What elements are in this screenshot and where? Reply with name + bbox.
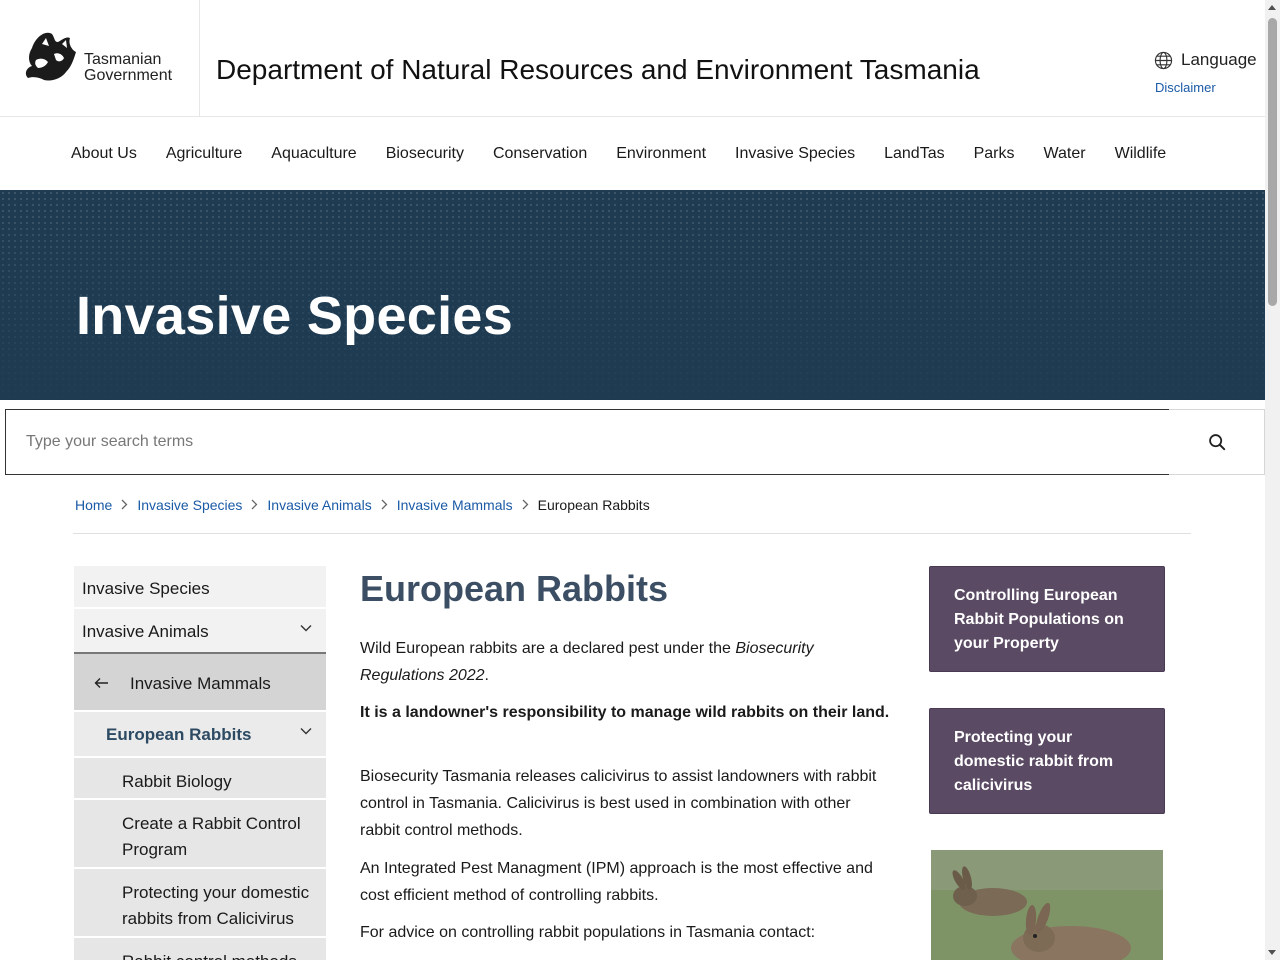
search-button[interactable]	[1169, 409, 1265, 475]
calicivirus-paragraph: Biosecurity Tasmania releases caliciviru…	[360, 768, 877, 839]
breadcrumb-invasive-animals[interactable]: Invasive Animals	[267, 497, 371, 513]
breadcrumb-current: European Rabbits	[537, 497, 650, 513]
rabbits-illustration	[931, 850, 1163, 960]
sidebar-item-control-methods[interactable]: Rabbit control methods	[74, 938, 326, 960]
divider	[73, 533, 1191, 534]
chevron-down-icon[interactable]	[300, 624, 312, 632]
sidebar-item-label: Invasive Mammals	[130, 674, 271, 693]
card-label: Controlling European Rabbit Populations …	[954, 587, 1124, 652]
breadcrumb-home[interactable]: Home	[75, 497, 112, 513]
side-nav: Invasive Species Invasive Animals Invasi…	[74, 566, 326, 960]
card-protecting-domestic[interactable]: Protecting your domestic rabbit from cal…	[929, 708, 1165, 814]
nav-item-aquaculture[interactable]: Aquaculture	[271, 145, 356, 163]
scroll-down-icon[interactable]	[1268, 950, 1276, 955]
sidebar-item-label: Rabbit control methods	[122, 952, 297, 960]
logo-line-1: Tasmanian	[84, 51, 162, 68]
nav-item-landtas[interactable]: LandTas	[884, 145, 945, 163]
nav-item-about-us[interactable]: About Us	[71, 145, 137, 163]
tasmanian-government-logo[interactable]: Tasmanian Government	[0, 0, 200, 117]
page: Tasmanian Government Department of Natur…	[0, 0, 1280, 960]
chevron-down-icon[interactable]	[300, 727, 312, 735]
language-label: Language	[1181, 50, 1257, 69]
responsibility-paragraph: It is a landowner's responsibility to ma…	[360, 704, 890, 721]
chevron-right-icon	[381, 498, 388, 513]
chevron-right-icon	[251, 498, 258, 513]
card-controlling-populations[interactable]: Controlling European Rabbit Populations …	[929, 566, 1165, 672]
site-title[interactable]: Department of Natural Resources and Envi…	[216, 54, 980, 86]
sidebar-item-rabbit-biology[interactable]: Rabbit Biology	[74, 758, 326, 800]
ipm-paragraph: An Integrated Pest Managment (IPM) appro…	[360, 860, 873, 904]
search-input[interactable]	[5, 409, 1170, 475]
breadcrumb-invasive-species[interactable]: Invasive Species	[137, 497, 242, 513]
page-title: European Rabbits	[360, 568, 669, 609]
devil-logo-icon	[25, 32, 77, 81]
intro-text: Wild European rabbits are a declared pes…	[360, 640, 736, 657]
sidebar-item-protecting-domestic[interactable]: Protecting your domestic rabbits from Ca…	[74, 869, 326, 938]
search-icon	[1208, 434, 1225, 451]
sidebar-item-european-rabbits[interactable]: European Rabbits	[74, 712, 326, 758]
main-nav: About Us Agriculture Aquaculture Biosecu…	[0, 117, 1265, 190]
globe-icon	[1154, 51, 1173, 69]
sidebar-back-invasive-mammals[interactable]: Invasive Mammals	[74, 654, 326, 712]
chevron-right-icon	[522, 498, 529, 513]
scrollbar-thumb[interactable]	[1268, 18, 1277, 306]
sidebar-item-invasive-animals[interactable]: Invasive Animals	[74, 609, 326, 654]
rabbits-photo	[931, 850, 1163, 960]
vertical-scrollbar[interactable]	[1265, 0, 1280, 960]
intro-end: .	[484, 667, 489, 684]
logo-wordmark: Tasmanian Government	[84, 52, 172, 84]
breadcrumb: Home Invasive Species Invasive Animals I…	[75, 497, 650, 513]
logo-line-2: Government	[84, 67, 173, 84]
hero-banner: Invasive Species	[0, 190, 1265, 400]
sidebar-item-label: Rabbit Biology	[122, 772, 232, 791]
language-selector[interactable]: Language	[1154, 50, 1257, 70]
disclaimer-link[interactable]: Disclaimer	[1155, 80, 1216, 95]
chevron-right-icon	[121, 498, 128, 513]
sidebar-item-label: Invasive Animals	[82, 622, 209, 641]
arrow-left-icon	[94, 674, 130, 694]
breadcrumb-invasive-mammals[interactable]: Invasive Mammals	[397, 497, 513, 513]
nav-item-agriculture[interactable]: Agriculture	[166, 145, 242, 163]
sidebar-item-label: European Rabbits	[106, 725, 252, 744]
nav-item-wildlife[interactable]: Wildlife	[1115, 145, 1167, 163]
scroll-up-icon[interactable]	[1268, 5, 1276, 10]
intro-paragraph: Wild European rabbits are a declared pes…	[360, 635, 890, 689]
card-label: Protecting your domestic rabbit from cal…	[954, 729, 1114, 794]
nav-item-conservation[interactable]: Conservation	[493, 145, 587, 163]
sidebar-item-invasive-species[interactable]: Invasive Species	[74, 566, 326, 609]
nav-item-biosecurity[interactable]: Biosecurity	[386, 145, 464, 163]
hero-title: Invasive Species	[76, 286, 514, 346]
site-header: Tasmanian Government Department of Natur…	[0, 0, 1265, 117]
sidebar-item-create-program[interactable]: Create a Rabbit Control Program	[74, 800, 326, 869]
sidebar-item-label: Create a Rabbit Control Program	[122, 814, 301, 859]
sidebar-item-label: Protecting your domestic rabbits from Ca…	[122, 883, 310, 928]
nav-item-parks[interactable]: Parks	[974, 145, 1015, 163]
contact-paragraph: For advice on controlling rabbit populat…	[360, 924, 816, 941]
nav-item-environment[interactable]: Environment	[616, 145, 706, 163]
sidebar-item-label: Invasive Species	[82, 579, 210, 598]
nav-item-water[interactable]: Water	[1044, 145, 1086, 163]
nav-item-invasive-species[interactable]: Invasive Species	[735, 145, 855, 163]
